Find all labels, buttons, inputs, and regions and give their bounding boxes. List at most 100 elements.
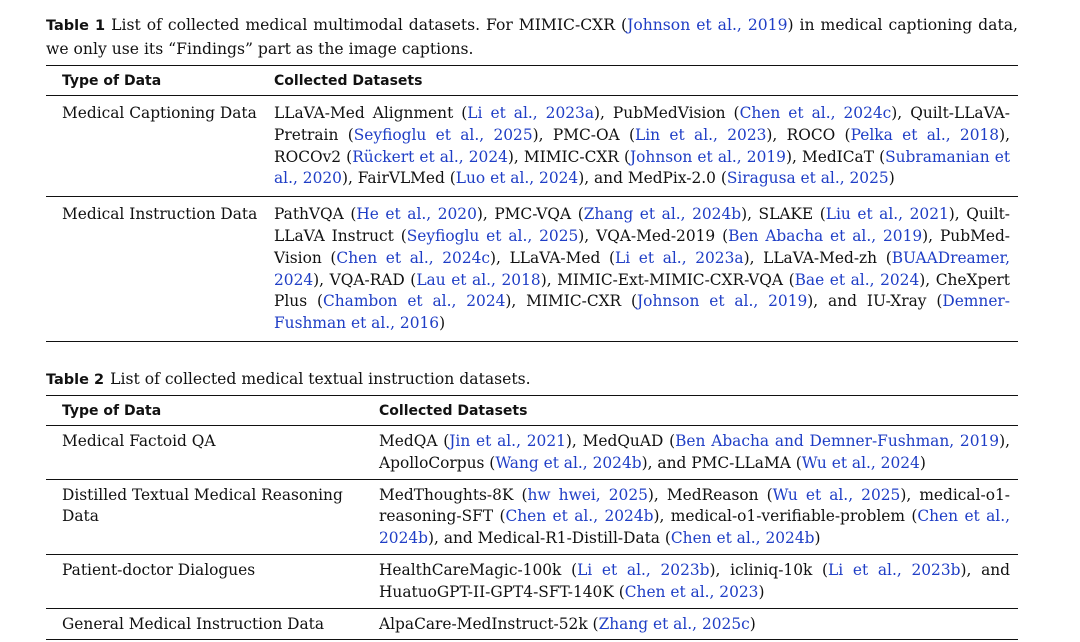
table1-caption-text: List of collected medical multimodal dat… (46, 16, 1018, 58)
citation-link[interactable]: Li et al., 2023b (828, 561, 960, 579)
table2-row1-type: Medical Factoid QA (62, 431, 216, 450)
citation-link[interactable]: Johnson et al., 2019 (627, 16, 787, 34)
citation-link[interactable]: Rückert et al., 2024 (352, 148, 508, 166)
citation-link[interactable]: Li et al., 2023b (577, 561, 709, 579)
table-row: Medical Captioning Data LLaVA-Med Alignm… (46, 96, 1018, 197)
text-run: ), MedICaT ( (785, 147, 886, 166)
table2-row3-datasets: HealthCareMagic-100k (Li et al., 2023b),… (373, 554, 1018, 608)
text-run: HealthCareMagic-100k ( (379, 560, 578, 579)
text-run: AlpaCare-MedInstruct-52k ( (379, 614, 599, 633)
table-row: General Medical Instruction Data AlpaCar… (46, 608, 1018, 640)
table-row: Distilled Textual Medical Reasoning Data… (46, 479, 1018, 555)
table1-caption: Table 1 List of collected medical multimo… (46, 14, 1018, 61)
text-run: List of collected medical textual instru… (110, 369, 531, 388)
table2-header-datasets: Collected Datasets (379, 402, 528, 419)
citation-link[interactable]: Luo et al., 2024 (456, 169, 578, 187)
citation-link[interactable]: Chambon et al., 2024 (323, 292, 505, 310)
table1: Type of Data Collected Datasets Medical … (46, 65, 1018, 342)
citation-link[interactable]: hw hwei, 2025 (528, 486, 648, 504)
table2-row2-datasets: MedThoughts-8K (hw hwei, 2025), MedReaso… (373, 479, 1018, 554)
table2-label: Table 2 (46, 371, 105, 388)
text-run: MedQA ( (379, 431, 450, 450)
text-run: ) (814, 529, 821, 548)
text-run: ), SLAKE ( (741, 205, 826, 224)
citation-link[interactable]: He et al., 2020 (356, 205, 477, 223)
text-run: MedThoughts-8K ( (379, 485, 528, 504)
citation-link[interactable]: Chen et al., 2023 (625, 583, 759, 601)
citation-link[interactable]: Jin et al., 2021 (449, 432, 566, 450)
text-run: ), MedReason ( (647, 485, 773, 504)
text-run: ), LLaVA-Med ( (490, 248, 615, 267)
table2-header-type: Type of Data (62, 402, 162, 419)
text-run: ), MedQuAD ( (565, 431, 676, 450)
text-run: ), MIMIC-Ext-MIMIC-CXR-VQA ( (540, 270, 795, 289)
citation-link[interactable]: Liu et al., 2021 (826, 205, 949, 223)
table2: Type of Data Collected Datasets Medical … (46, 395, 1018, 640)
text-run: ) (439, 314, 446, 333)
text-run: ), ROCO ( (766, 125, 851, 144)
paper-page: Table 1 List of collected medical multimo… (46, 14, 1018, 640)
text-run: ) (749, 614, 756, 633)
citation-link[interactable]: Zhang et al., 2024b (584, 205, 741, 223)
citation-link[interactable]: Wu et al., 2025 (773, 486, 901, 504)
table1-label: Table 1 (46, 18, 106, 34)
table1-row1-type: Medical Captioning Data (62, 104, 257, 122)
text-run: PathVQA ( (274, 205, 357, 224)
text-run: ), MIMIC-CXR ( (507, 147, 630, 166)
citation-link[interactable]: Chen et al., 2024c (336, 249, 490, 267)
text-run: ), icliniq-10k ( (709, 560, 829, 579)
citation-link[interactable]: Ben Abacha et al., 2019 (728, 227, 922, 245)
citation-link[interactable]: Ben Abacha and Demner-Fushman, 2019 (675, 432, 999, 450)
citation-link[interactable]: Wang et al., 2024b (495, 454, 641, 472)
table1-header-type: Type of Data (62, 73, 162, 89)
text-run: ), PMC-OA ( (532, 125, 636, 144)
table1-header-row: Type of Data Collected Datasets (46, 65, 1018, 96)
text-run: ), and IU-Xray ( (807, 292, 943, 311)
text-run: ), and MedPix-2.0 ( (578, 169, 727, 188)
citation-link[interactable]: Zhang et al., 2025c (599, 615, 750, 633)
citation-link[interactable]: Bae et al., 2024 (795, 271, 920, 289)
table2-header-row: Type of Data Collected Datasets (46, 395, 1018, 426)
citation-link[interactable]: Lau et al., 2018 (416, 271, 540, 289)
citation-link[interactable]: Johnson et al., 2019 (637, 292, 807, 310)
text-run: ), VQA-Med-2019 ( (578, 226, 729, 245)
citation-link[interactable]: Seyfioglu et al., 2025 (407, 227, 579, 245)
citation-link[interactable]: Chen et al., 2024b (505, 507, 653, 525)
citation-link[interactable]: Li et al., 2023a (615, 249, 744, 267)
table2-caption: Table 2 List of collected medical textual… (46, 368, 1018, 392)
citation-link[interactable]: Johnson et al., 2019 (630, 148, 786, 166)
citation-link[interactable]: Lin et al., 2023 (635, 126, 766, 144)
table-row: Patient-doctor Dialogues HealthCareMagic… (46, 554, 1018, 609)
citation-link[interactable]: Siragusa et al., 2025 (727, 169, 889, 187)
table2-row4-datasets: AlpaCare-MedInstruct-52k (Zhang et al., … (373, 608, 1018, 640)
table2-row4-type: General Medical Instruction Data (62, 614, 325, 633)
table2-row2-type: Distilled Textual Medical Reasoning Data (62, 485, 343, 526)
table2-row3-type: Patient-doctor Dialogues (62, 560, 256, 579)
text-run: ), VQA-RAD ( (313, 270, 417, 289)
text-run: ) (888, 169, 895, 188)
text-run: ), MIMIC-CXR ( (505, 292, 638, 311)
text-run: ), PubMedVision ( (594, 104, 740, 122)
table1-header-datasets: Collected Datasets (274, 73, 423, 89)
text-run: List of collected medical multimodal dat… (111, 16, 628, 34)
text-run: ) (919, 453, 926, 472)
text-run: ) (758, 582, 765, 601)
text-run: ), medical-o1-verifiable-problem ( (653, 507, 918, 526)
table2-caption-text: List of collected medical textual instru… (110, 370, 530, 388)
citation-link[interactable]: Li et al., 2023a (467, 104, 594, 122)
text-run: ), LLaVA-Med-zh ( (743, 248, 892, 267)
text-run: ), and PMC-LLaMA ( (641, 453, 802, 472)
citation-link[interactable]: Chen et al., 2024b (671, 529, 815, 547)
citation-link[interactable]: Chen et al., 2024c (740, 104, 892, 122)
text-run: ), FairVLMed ( (341, 169, 456, 188)
text-run: ), PMC-VQA ( (476, 205, 584, 224)
text-run: LLaVA-Med Alignment ( (274, 104, 468, 122)
table1-row1-datasets: LLaVA-Med Alignment (Li et al., 2023a), … (268, 96, 1018, 197)
citation-link[interactable]: Seyfioglu et al., 2025 (354, 126, 533, 144)
citation-link[interactable]: Wu et al., 2024 (802, 454, 920, 472)
table2-row1-datasets: MedQA (Jin et al., 2021), MedQuAD (Ben A… (373, 425, 1018, 479)
citation-link[interactable]: Pelka et al., 2018 (851, 126, 1000, 144)
table-row: Medical Instruction Data PathVQA (He et … (46, 197, 1018, 342)
table-row: Medical Factoid QA MedQA (Jin et al., 20… (46, 425, 1018, 480)
table1-row2-datasets: PathVQA (He et al., 2020), PMC-VQA (Zhan… (268, 197, 1018, 342)
